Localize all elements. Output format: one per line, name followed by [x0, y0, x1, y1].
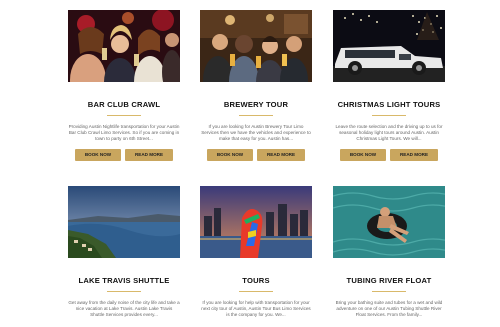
service-card-tubing-river-float: TUBING RIVER FLOAT Bring your bathing su… — [333, 186, 445, 318]
bar-club-crawl-image[interactable] — [68, 10, 180, 82]
lake-travis-shuttle-image[interactable] — [68, 186, 180, 258]
service-card-lake-travis-shuttle: LAKE TRAVIS SHUTTLE Get away from the da… — [68, 186, 180, 318]
card-title: TOURS — [242, 276, 270, 285]
card-title: LAKE TRAVIS SHUTTLE — [78, 276, 170, 285]
title-divider — [239, 115, 273, 116]
service-card-tours: TOURS If you are looking for help with t… — [200, 186, 312, 318]
card-description: Providing Austin Nightlife transportatio… — [68, 124, 180, 141]
card-description: If you are looking for help with transpo… — [201, 300, 311, 317]
card-title: BREWERY TOUR — [223, 100, 289, 109]
brewery-tour-image[interactable] — [200, 10, 312, 82]
tours-image[interactable] — [200, 186, 312, 258]
card-buttons: BOOK NOW READ MORE — [200, 149, 312, 161]
service-card-brewery-tour: BREWERY TOUR If you are looking for Aust… — [200, 10, 312, 161]
book-now-button[interactable]: BOOK NOW — [207, 149, 253, 161]
title-divider — [372, 115, 406, 116]
book-now-button[interactable]: BOOK NOW — [340, 149, 386, 161]
tubing-river-float-image[interactable] — [333, 186, 445, 258]
card-buttons: BOOK NOW READ MORE — [333, 149, 445, 161]
christmas-light-tours-image[interactable] — [333, 10, 445, 82]
card-description: If you are looking for Austin Brewery To… — [201, 124, 311, 141]
card-title: CHRISTMAS LIGHT TOURS — [337, 100, 441, 109]
card-description: Get away from the daily noise of the cit… — [68, 300, 180, 317]
title-divider — [107, 291, 141, 292]
card-description: Leave the route selection and the drivin… — [335, 124, 443, 141]
read-more-button[interactable]: READ MORE — [125, 149, 173, 161]
card-title: BAR CLUB CRAWL — [87, 100, 161, 109]
card-buttons: BOOK NOW READ MORE — [68, 149, 180, 161]
title-divider — [239, 291, 273, 292]
title-divider — [107, 115, 141, 116]
services-grid: BAR CLUB CRAWL Providing Austin Nightlif… — [0, 0, 500, 327]
service-card-bar-club-crawl: BAR CLUB CRAWL Providing Austin Nightlif… — [68, 10, 180, 161]
read-more-button[interactable]: READ MORE — [390, 149, 438, 161]
read-more-button[interactable]: READ MORE — [257, 149, 305, 161]
card-title: TUBING RIVER FLOAT — [346, 276, 432, 285]
book-now-button[interactable]: BOOK NOW — [75, 149, 121, 161]
card-description: Bring your bathing suite and tubes for a… — [335, 300, 443, 317]
service-card-christmas-light-tours: CHRISTMAS LIGHT TOURS Leave the route se… — [333, 10, 445, 161]
title-divider — [372, 291, 406, 292]
